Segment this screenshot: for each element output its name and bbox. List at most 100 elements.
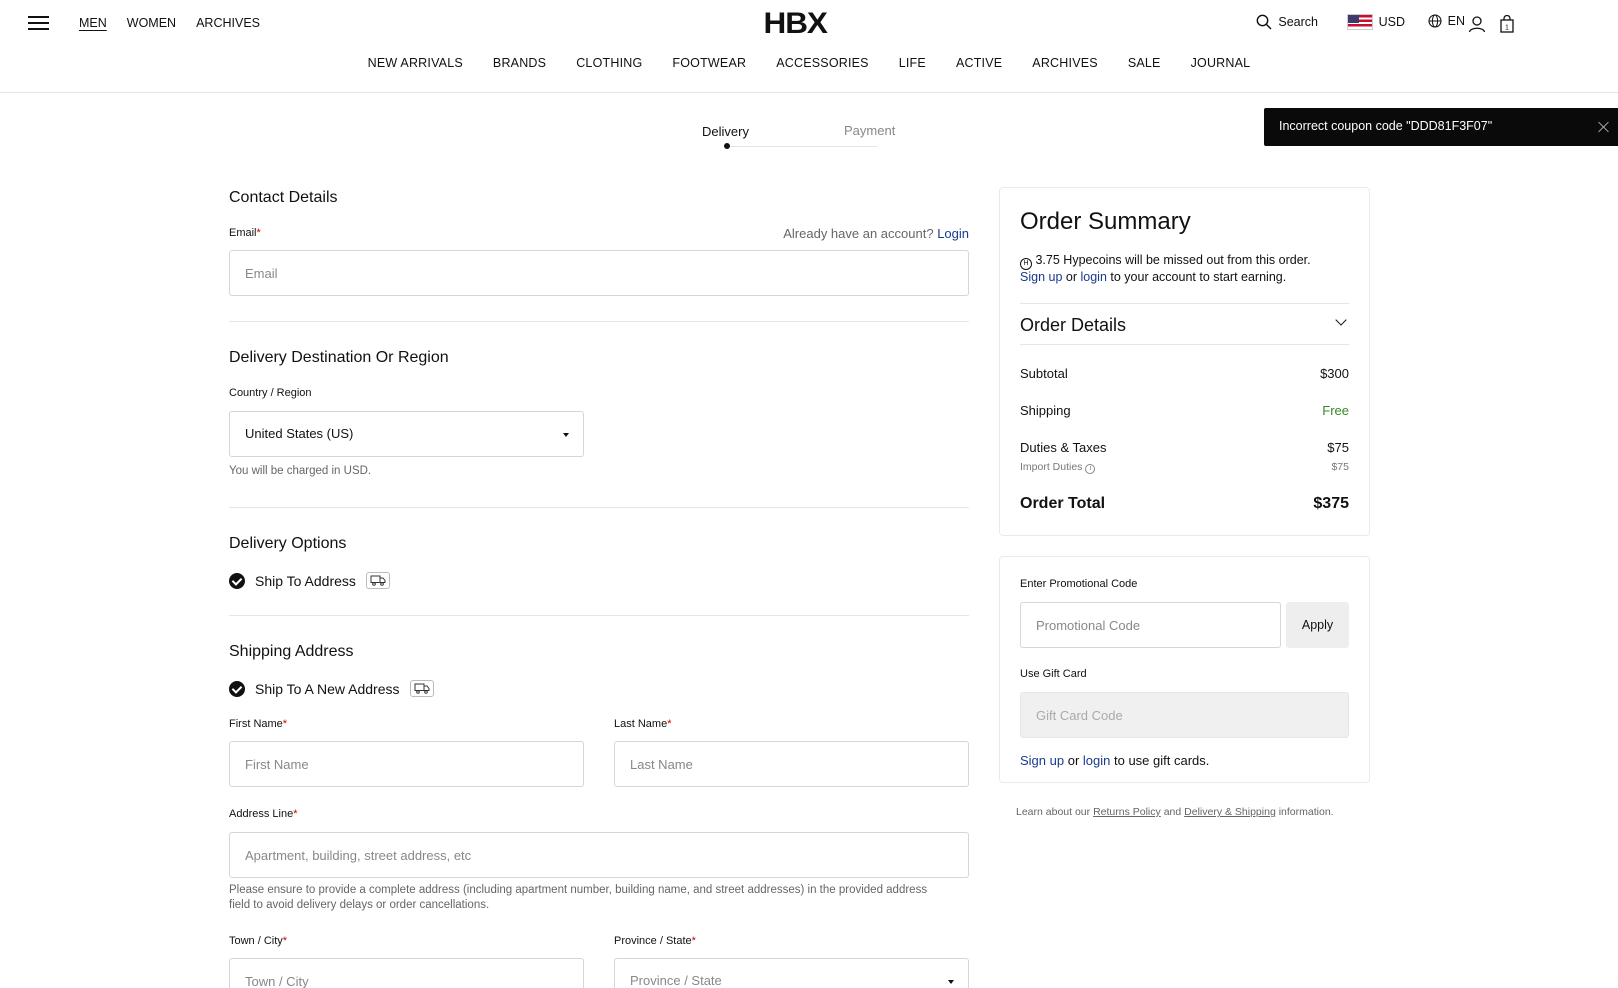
town-label: Town / City* [229, 935, 288, 947]
language-selector[interactable]: EN [1428, 14, 1465, 28]
hypecoin-icon: H [1020, 258, 1032, 270]
subtotal-row: Subtotal $300 [1020, 366, 1349, 381]
address-note: Please ensure to provide a complete addr… [229, 884, 928, 911]
nav-men[interactable]: MEN [79, 16, 107, 30]
gift-card-input[interactable] [1020, 692, 1349, 738]
nav-women[interactable]: WOMEN [127, 16, 176, 30]
province-select[interactable]: Province / State [614, 958, 969, 988]
nav-archives[interactable]: ARCHIVES [196, 16, 260, 30]
apply-button[interactable]: Apply [1286, 602, 1349, 648]
toast-message: Incorrect coupon code "DDD81F3F07" [1279, 119, 1493, 133]
account-prompt: Already have an account? [783, 226, 934, 241]
destination-title: Delivery Destination Or Region [229, 349, 449, 366]
gift-card-note: Sign up or login to use gift cards. [1020, 753, 1210, 768]
nav-accessories[interactable]: ACCESSORIES [776, 56, 869, 70]
new-address-option[interactable]: Ship To A New Address [229, 680, 434, 697]
login-link[interactable]: login [1081, 270, 1107, 284]
import-duties-value: $75 [1331, 461, 1349, 473]
country-value: United States (US) [245, 426, 354, 441]
step-delivery[interactable]: Delivery [702, 124, 749, 139]
step-payment[interactable]: Payment [844, 123, 895, 138]
ship-to-address-option[interactable]: Ship To Address [229, 572, 390, 589]
truck-icon [409, 680, 434, 697]
order-details-toggle[interactable]: Order Details [1020, 303, 1349, 345]
step-progress-dot [724, 143, 730, 149]
caret-down-icon [563, 433, 569, 437]
globe-icon [1428, 14, 1442, 28]
truck-icon [365, 572, 390, 589]
nav-active[interactable]: ACTIVE [956, 56, 1002, 70]
info-icon[interactable]: i [1085, 464, 1096, 474]
nav-footwear[interactable]: FOOTWEAR [672, 56, 746, 70]
sign-up-link[interactable]: Sign up [1020, 753, 1064, 768]
error-toast: Incorrect coupon code "DDD81F3F07" [1264, 108, 1618, 146]
caret-down-icon [948, 980, 954, 984]
nav-brands[interactable]: BRANDS [493, 56, 546, 70]
address-label: Address Line* [229, 808, 298, 820]
login-hint: Already have an account? Login [783, 226, 969, 241]
address-field[interactable] [229, 832, 969, 878]
town-field[interactable] [229, 958, 584, 988]
order-summary-title: Order Summary [1020, 208, 1191, 235]
currency-selector[interactable]: USD [1346, 14, 1405, 30]
search-icon [1256, 14, 1272, 30]
divider [229, 507, 969, 508]
first-name-field[interactable] [229, 741, 584, 787]
order-total-value: $375 [1313, 495, 1349, 512]
contact-details-title: Contact Details [229, 189, 338, 206]
subtotal-value: $300 [1320, 366, 1349, 381]
cart-icon[interactable]: 1 [1500, 15, 1514, 33]
login-link[interactable]: login [1083, 753, 1110, 768]
check-icon [229, 572, 245, 589]
chevron-down-icon [1335, 314, 1347, 326]
shipping-row: Shipping Free [1020, 403, 1349, 418]
hypecoins-note: H 3.75 Hypecoins will be missed out from… [1020, 253, 1311, 284]
order-summary-card: Order Summary H 3.75 Hypecoins will be m… [999, 187, 1370, 536]
duties-value: $75 [1327, 440, 1349, 455]
policy-note: Learn about our Returns Policy and Deliv… [1016, 806, 1334, 818]
sign-up-link[interactable]: Sign up [1020, 270, 1062, 284]
nav-archives-main[interactable]: ARCHIVES [1032, 56, 1098, 70]
step-progress-line [727, 146, 877, 147]
country-label: Country / Region [229, 387, 312, 399]
import-duties-row: Import Duties i $75 [1020, 461, 1349, 474]
province-label: Province / State* [614, 935, 696, 947]
nav-clothing[interactable]: CLOTHING [576, 56, 642, 70]
currency-note: You will be charged in USD. [229, 465, 372, 477]
province-placeholder: Province / State [630, 973, 722, 988]
delivery-shipping-link[interactable]: Delivery & Shipping [1184, 806, 1276, 818]
delivery-options-title: Delivery Options [229, 535, 347, 552]
new-address-label: Ship To A New Address [255, 680, 400, 697]
returns-policy-link[interactable]: Returns Policy [1093, 806, 1161, 818]
search-label: Search [1278, 15, 1318, 29]
nav-journal[interactable]: JOURNAL [1191, 56, 1251, 70]
main-nav: NEW ARRIVALS BRANDS CLOTHING FOOTWEAR AC… [0, 56, 1618, 70]
nav-new-arrivals[interactable]: NEW ARRIVALS [368, 56, 463, 70]
hbx-logo[interactable]: HBX [763, 7, 827, 41]
shipping-address-title: Shipping Address [229, 643, 354, 660]
duties-row: Duties & Taxes $75 [1020, 440, 1349, 455]
ship-to-address-label: Ship To Address [255, 572, 356, 589]
login-link[interactable]: Login [937, 226, 969, 241]
checkout-steps: Delivery Payment [702, 123, 912, 153]
promo-card: Enter Promotional Code Apply Use Gift Ca… [999, 556, 1370, 783]
gender-nav: MEN WOMEN ARCHIVES [79, 16, 260, 30]
menu-icon[interactable] [28, 15, 50, 31]
first-name-label: First Name* [229, 718, 288, 730]
email-label: Email* [229, 227, 261, 239]
gift-card-label: Use Gift Card [1020, 668, 1087, 680]
country-select[interactable]: United States (US) [229, 411, 584, 457]
email-field[interactable] [229, 250, 969, 296]
account-icon[interactable] [1468, 15, 1486, 33]
language-label: EN [1447, 14, 1465, 28]
order-total-row: Order Total $375 [1020, 495, 1349, 512]
close-icon[interactable] [1596, 119, 1612, 135]
site-header: MEN WOMEN ARCHIVES HBX Search USD EN 1 N… [0, 0, 1618, 93]
search-button[interactable]: Search [1256, 14, 1318, 30]
check-icon [229, 680, 245, 697]
promo-code-input[interactable] [1020, 602, 1281, 648]
nav-sale[interactable]: SALE [1128, 56, 1161, 70]
last-name-field[interactable] [614, 741, 969, 787]
nav-life[interactable]: LIFE [899, 56, 926, 70]
order-details-title: Order Details [1020, 315, 1127, 335]
